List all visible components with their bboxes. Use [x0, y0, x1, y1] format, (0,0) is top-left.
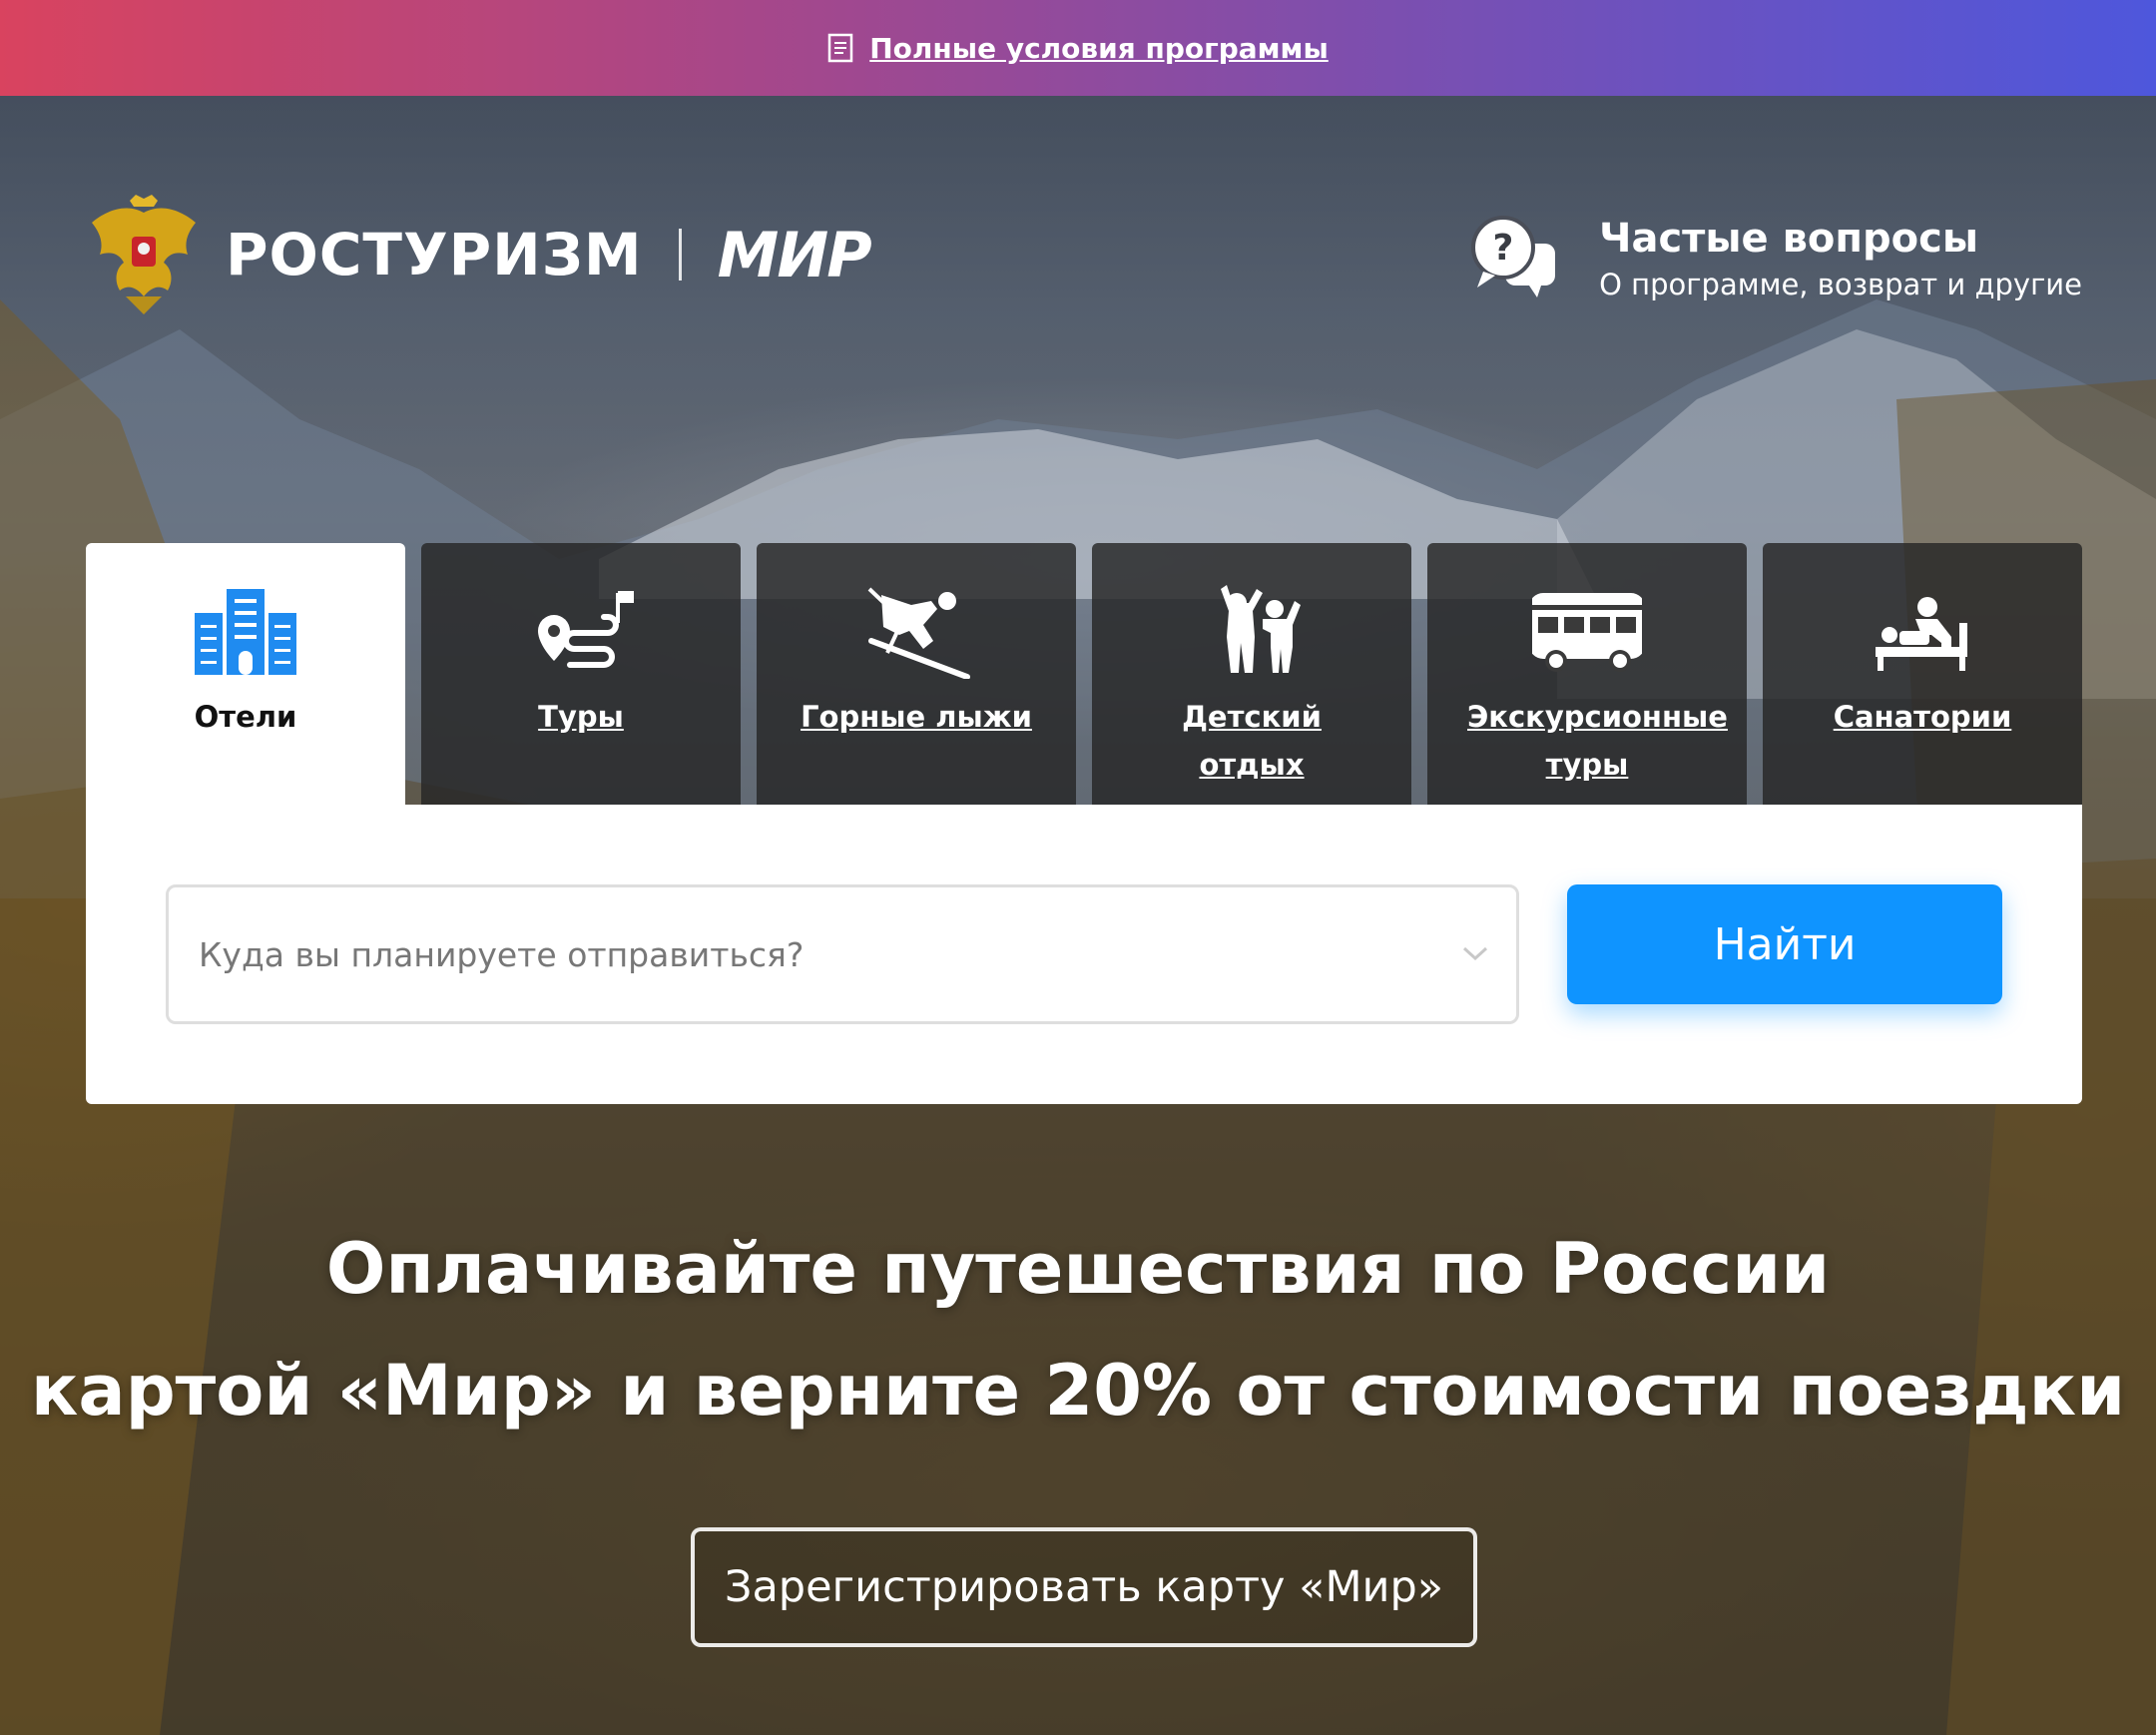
document-icon: [827, 33, 853, 63]
faq-title: Частые вопросы: [1599, 216, 1979, 262]
tab-label-sanatoriums: Санатории: [1833, 700, 2012, 734]
faq-subtitle: О программе, возврат и другие: [1599, 268, 2082, 301]
massage-icon: [1868, 583, 1977, 679]
tab-hotels[interactable]: Отели: [86, 543, 405, 805]
tab-skiing[interactable]: Горные лыжи: [757, 543, 1076, 805]
faq-text: Частые вопросы О программе, возврат и др…: [1599, 216, 2082, 301]
route-icon: [526, 583, 636, 679]
destination-input[interactable]: [199, 934, 1396, 974]
program-terms-banner: Полные условия программы: [0, 0, 2156, 96]
program-terms-link[interactable]: Полные условия программы: [869, 32, 1329, 65]
rosturizm-logo-text: РОСТУРИЗМ: [226, 221, 643, 289]
mir-logo-text: МИР: [717, 218, 872, 291]
chevron-down-icon[interactable]: [1460, 943, 1490, 963]
skier-icon: [861, 583, 971, 680]
tab-label-excursions: Экскурсионные туры: [1467, 700, 1728, 782]
tab-label-hotels: Отели: [194, 700, 297, 734]
children-icon: [1197, 583, 1307, 679]
destination-select[interactable]: [166, 884, 1519, 1024]
coat-of-arms-icon: [86, 193, 202, 316]
brand-logo[interactable]: РОСТУРИЗМ МИР: [86, 190, 872, 319]
hero-line-2: картой «Мир» и верните 20% от стоимости …: [30, 1350, 2126, 1432]
tab-excursions[interactable]: Экскурсионные туры: [1427, 543, 1747, 805]
brand-divider: [678, 229, 682, 281]
hotel-icon: [191, 583, 300, 679]
tab-sanatoriums[interactable]: Санатории: [1763, 543, 2082, 805]
category-tabs: Отели Туры Горные лыжи Детский отдых Экс…: [86, 543, 2082, 805]
tab-label-skiing: Горные лыжи: [801, 700, 1032, 734]
bus-icon: [1529, 583, 1645, 679]
register-card-button[interactable]: Зарегистрировать карту «Мир»: [691, 1527, 1477, 1647]
tab-tours[interactable]: Туры: [421, 543, 741, 805]
hero-line-1: Оплачивайте путешествия по России: [325, 1228, 1831, 1310]
question-chat-icon: ?: [1469, 214, 1559, 303]
faq-link[interactable]: ? Частые вопросы О программе, возврат и …: [1469, 214, 2082, 303]
find-button[interactable]: Найти: [1567, 884, 2002, 1004]
search-panel: Найти: [86, 805, 2082, 1104]
hero-headline: Оплачивайте путешествия по России картой…: [0, 1208, 2156, 1451]
tab-label-tours: Туры: [538, 700, 624, 734]
tab-label-kids: Детский отдых: [1182, 700, 1322, 782]
svg-text:?: ?: [1493, 228, 1514, 269]
tab-kids[interactable]: Детский отдых: [1092, 543, 1411, 805]
